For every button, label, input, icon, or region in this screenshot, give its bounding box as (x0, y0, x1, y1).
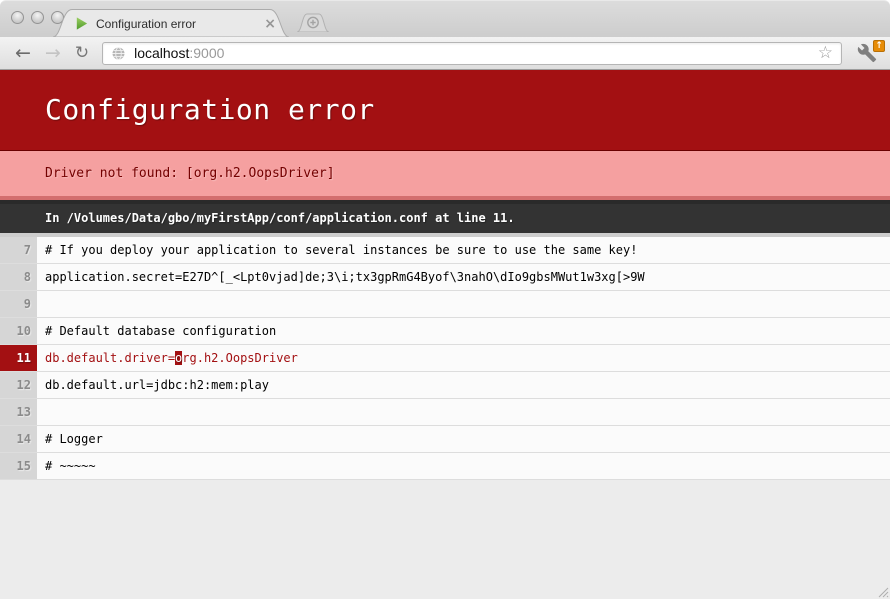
line-number: 9 (0, 291, 37, 317)
source-code-listing: 7# If you deploy your application to sev… (0, 233, 890, 480)
code-line-12: 12db.default.url=jdbc:h2:mem:play (0, 372, 890, 399)
tab-title: Configuration error (96, 17, 256, 31)
tab-close-icon[interactable]: × (264, 17, 276, 31)
minimize-window-button[interactable] (31, 11, 44, 24)
code-line-13: 13 (0, 399, 890, 426)
reload-button[interactable]: ↻ (68, 42, 96, 64)
code-line-15: 15# ~~~~~ (0, 453, 890, 480)
update-badge: ↑ (873, 40, 885, 52)
forward-button[interactable]: → (38, 42, 68, 64)
line-number: 7 (0, 237, 37, 263)
line-content (37, 399, 890, 425)
url-text: localhost:9000 (134, 45, 224, 61)
code-line-9: 9 (0, 291, 890, 318)
browser-tab[interactable]: Configuration error × (52, 8, 290, 37)
resize-grip[interactable] (875, 584, 889, 598)
code-line-10: 10# Default database configuration (0, 318, 890, 345)
globe-icon (111, 46, 126, 61)
code-line-7: 7# If you deploy your application to sev… (0, 233, 890, 264)
line-number: 11 (0, 345, 37, 371)
line-number: 12 (0, 372, 37, 398)
line-content: application.secret=E27D^[_<Lpt0vjad]de;3… (37, 264, 890, 290)
error-detail: Driver not found: [org.h2.OopsDriver] (0, 151, 890, 200)
line-content: # Default database configuration (37, 318, 890, 344)
tab-strip: Configuration error × (0, 0, 890, 37)
line-number: 14 (0, 426, 37, 452)
url-port: :9000 (189, 45, 224, 61)
line-content: db.default.url=jdbc:h2:mem:play (37, 372, 890, 398)
menu-wrench-button[interactable]: ↑ (852, 41, 882, 65)
tab-content: Configuration error × (52, 8, 290, 37)
line-number: 10 (0, 318, 37, 344)
new-tab-button[interactable] (296, 13, 330, 32)
bookmark-star-icon[interactable]: ☆ (818, 45, 833, 62)
address-bar[interactable]: localhost:9000 ☆ (102, 42, 842, 65)
play-favicon-icon (74, 16, 89, 31)
error-location: In /Volumes/Data/gbo/myFirstApp/conf/app… (0, 200, 890, 233)
url-host: localhost (134, 45, 189, 61)
line-content: # If you deploy your application to seve… (37, 237, 890, 263)
back-button[interactable]: ← (8, 42, 38, 64)
line-content: # ~~~~~ (37, 453, 890, 479)
page-title: Configuration error (0, 70, 890, 151)
line-content (37, 291, 890, 317)
code-line-11: 11db.default.driver=org.h2.OopsDriver (0, 345, 890, 372)
error-page: Configuration error Driver not found: [o… (0, 70, 890, 480)
code-line-8: 8application.secret=E27D^[_<Lpt0vjad]de;… (0, 264, 890, 291)
line-content: db.default.driver=org.h2.OopsDriver (37, 345, 890, 371)
line-content: # Logger (37, 426, 890, 452)
browser-window: Configuration error × ← → ↻ (0, 0, 890, 599)
close-window-button[interactable] (11, 11, 24, 24)
line-number: 13 (0, 399, 37, 425)
toolbar: ← → ↻ localhost:9000 ☆ ↑ (0, 37, 890, 70)
line-number: 8 (0, 264, 37, 290)
new-tab-shape (296, 13, 330, 32)
line-number: 15 (0, 453, 37, 479)
code-line-14: 14# Logger (0, 426, 890, 453)
